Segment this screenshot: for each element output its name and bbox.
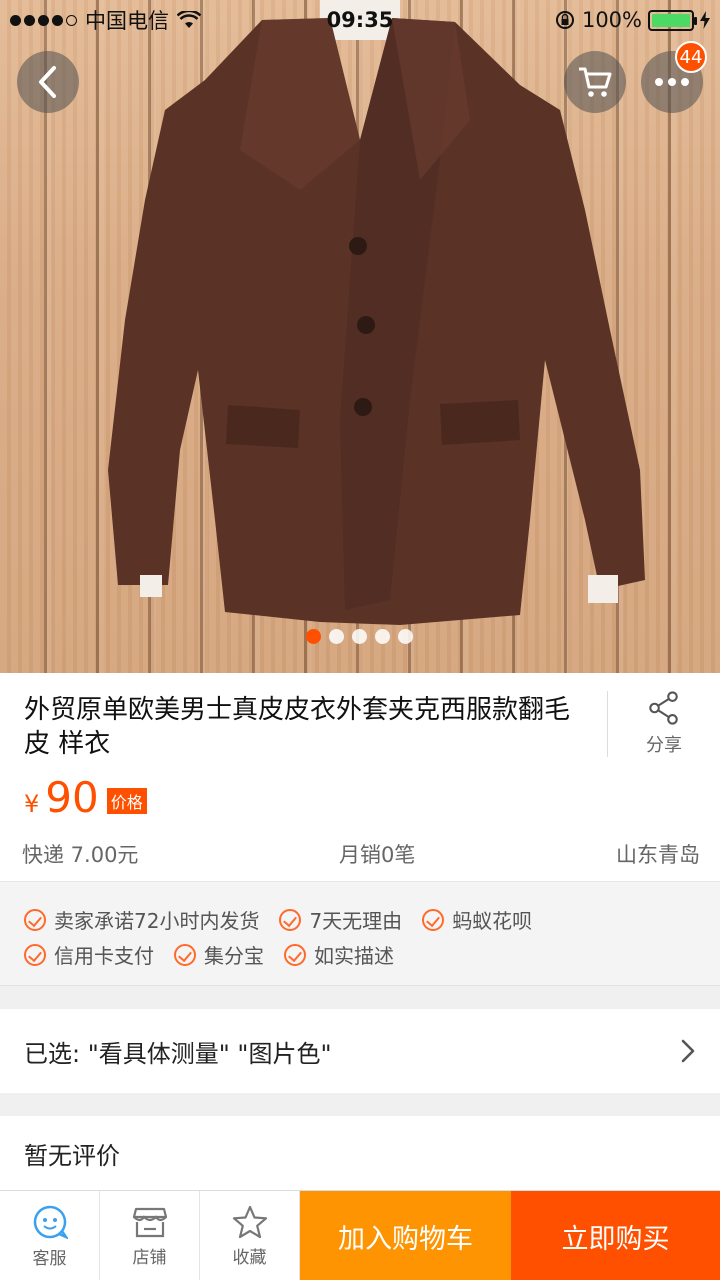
carrier-name: 中国电信	[85, 9, 169, 33]
guarantee-item: 蚂蚁花呗	[422, 905, 532, 934]
carousel-dot[interactable]	[375, 629, 390, 644]
back-button[interactable]	[17, 51, 79, 113]
wifi-icon	[177, 11, 201, 28]
customer-service-label: 客服	[32, 1248, 67, 1269]
carousel-dots	[306, 629, 413, 644]
shipping-fee: 快递 7.00元	[22, 843, 139, 867]
check-circle-icon	[279, 908, 302, 931]
product-info: 外贸原单欧美男士真皮皮衣外套夹克西服款翻毛皮 样衣 分享 ¥ 90 价格 快递 …	[0, 673, 720, 881]
check-circle-icon	[422, 908, 445, 931]
service-guarantees[interactable]: 卖家承诺72小时内发货 7天无理由 蚂蚁花呗 信用卡支付 集分宝 如实描述	[0, 881, 720, 986]
more-button[interactable]: 44	[641, 41, 707, 113]
share-icon	[649, 691, 678, 725]
share-button[interactable]: 分享	[607, 691, 720, 757]
check-circle-icon	[284, 943, 306, 966]
check-circle-icon	[24, 943, 46, 966]
signal-icon	[10, 14, 77, 26]
price-value: 90	[45, 773, 99, 822]
orientation-lock-icon	[555, 11, 574, 29]
product-image-carousel[interactable]: 中国电信 09:35 100% 44	[0, 0, 720, 673]
favorite-button[interactable]: 收藏	[200, 1191, 300, 1280]
cart-icon	[579, 67, 612, 97]
shop-button[interactable]: 店铺	[100, 1191, 200, 1280]
carousel-dot[interactable]	[329, 629, 344, 644]
cart-button[interactable]	[564, 51, 626, 113]
more-dots-icon	[655, 78, 689, 86]
chevron-right-icon	[681, 1039, 695, 1063]
chat-face-icon	[33, 1205, 68, 1239]
no-reviews-text: 暂无评价	[24, 1142, 120, 1170]
carousel-dot[interactable]	[306, 629, 321, 644]
price-tag: 价格	[106, 788, 147, 814]
product-title: 外贸原单欧美男士真皮皮衣外套夹克西服款翻毛皮 样衣	[24, 695, 571, 759]
reviews-section: 暂无评价	[0, 1116, 720, 1190]
status-bar: 中国电信 09:35 100%	[0, 0, 720, 40]
shop-icon	[132, 1207, 167, 1237]
share-label: 分享	[646, 735, 682, 756]
guarantee-item: 如实描述	[284, 940, 394, 969]
monthly-sales: 月销0笔	[339, 843, 416, 867]
guarantee-item: 信用卡支付	[24, 940, 154, 969]
customer-service-button[interactable]: 客服	[0, 1191, 100, 1280]
currency-symbol: ¥	[24, 790, 40, 818]
guarantee-item: 集分宝	[174, 940, 264, 969]
check-circle-icon	[174, 943, 196, 966]
status-time: 09:35	[326, 8, 394, 32]
sku-selection-row[interactable]: 已选: "看具体测量" "图片色"	[0, 1009, 720, 1093]
product-meta: 快递 7.00元 月销0笔 山东青岛	[22, 839, 700, 869]
star-icon	[232, 1205, 267, 1238]
buy-now-button[interactable]: 立即购买	[511, 1191, 720, 1280]
carousel-dot[interactable]	[352, 629, 367, 644]
check-circle-icon	[24, 908, 46, 931]
selected-options: 已选: "看具体测量" "图片色"	[24, 1039, 332, 1068]
guarantee-item: 7天无理由	[279, 905, 402, 934]
ship-from-location: 山东青岛	[616, 843, 700, 867]
battery-icon	[648, 9, 697, 31]
price-row: ¥ 90 价格	[24, 773, 147, 822]
shop-label: 店铺	[132, 1247, 167, 1268]
message-count-badge: 44	[675, 41, 707, 73]
carousel-dot[interactable]	[398, 629, 413, 644]
chevron-left-icon	[39, 66, 56, 98]
guarantee-item: 卖家承诺72小时内发货	[24, 905, 259, 934]
favorite-label: 收藏	[232, 1247, 267, 1268]
bottom-action-bar: 客服 店铺 收藏 加入购物车 立即购买	[0, 1190, 720, 1280]
add-to-cart-button[interactable]: 加入购物车	[300, 1191, 511, 1280]
charging-icon	[700, 11, 710, 29]
battery-percent: 100%	[581, 8, 642, 32]
